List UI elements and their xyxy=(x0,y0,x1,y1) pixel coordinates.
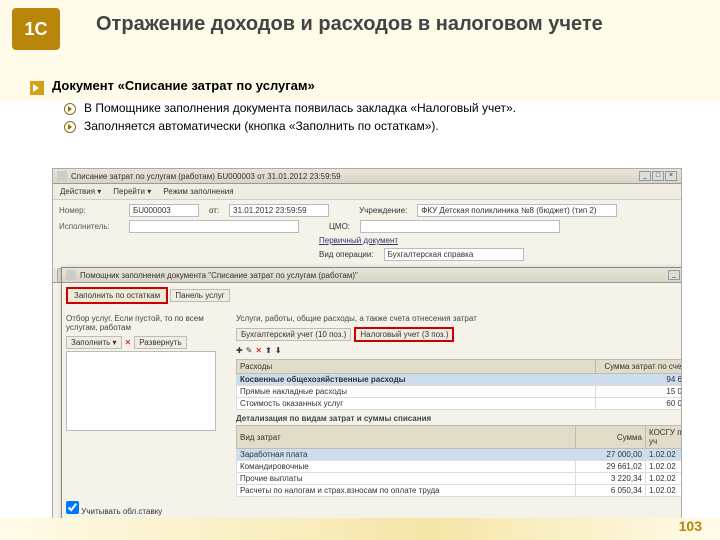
helper-minimize-button[interactable]: _ xyxy=(668,270,680,280)
number-field[interactable]: БU000003 xyxy=(129,204,199,217)
date-field[interactable]: 31.01.2012 23:59:59 xyxy=(229,204,329,217)
table-row[interactable]: Косвенные общехозяйственные расходы xyxy=(237,374,596,386)
maximize-button[interactable]: □ xyxy=(652,171,664,181)
nu-tab[interactable]: Налоговый учет (3 поз.) xyxy=(354,327,454,342)
executor-label: Исполнитель: xyxy=(59,222,119,231)
up-icon[interactable]: ⬆ xyxy=(265,346,272,355)
service-filter-list[interactable] xyxy=(66,351,216,431)
date-label: от: xyxy=(209,206,219,215)
logo: 1С xyxy=(12,8,60,50)
main-toolbar: Действия ▾ Перейти ▾ Режим заполнения xyxy=(53,184,681,200)
page-number: 103 xyxy=(679,518,702,534)
table-row[interactable]: Расчеты по налогам и страх.взносам по оп… xyxy=(237,485,576,497)
executor-field[interactable] xyxy=(129,220,299,233)
entered-label: Вид операции: xyxy=(319,250,374,259)
actions-menu[interactable]: Действия ▾ xyxy=(57,186,104,197)
table-row[interactable]: Командировочные xyxy=(237,461,576,473)
go-menu[interactable]: Перейти ▾ xyxy=(110,186,154,197)
slide-title: Отражение доходов и расходов в налоговом… xyxy=(96,12,603,37)
col-amount: Сумма xyxy=(576,426,646,449)
minimize-button[interactable]: _ xyxy=(639,171,651,181)
bu-tab[interactable]: Бухгалтерский учет (10 поз.) xyxy=(236,328,351,341)
doc-icon xyxy=(57,171,67,181)
right-header: Услуги, работы, общие расходы, а также с… xyxy=(236,314,682,323)
bullet-level1: Документ «Списание затрат по услугам» xyxy=(52,78,315,93)
add-icon[interactable]: ✚ xyxy=(236,346,243,355)
primary-doc-link[interactable]: Первичный документ xyxy=(319,236,398,245)
delete-icon[interactable]: ✕ xyxy=(255,346,262,355)
app-screenshot: Списание затрат по услугам (работам) БU0… xyxy=(52,168,682,526)
entered-field[interactable]: Бухгалтерская справка xyxy=(384,248,524,261)
org-label: Учреждение: xyxy=(359,206,407,215)
main-window-titlebar: Списание затрат по услугам (работам) БU0… xyxy=(53,169,681,184)
circle-arrow-icon xyxy=(64,121,76,133)
mol-field[interactable] xyxy=(360,220,560,233)
clear-icon[interactable]: ✕ xyxy=(125,338,132,347)
number-label: Номер: xyxy=(59,206,119,215)
table-row[interactable]: Заработная плата xyxy=(237,449,576,461)
fill-mode-button[interactable]: Режим заполнения xyxy=(160,186,236,197)
edit-icon[interactable]: ✎ xyxy=(246,346,253,355)
helper-icon xyxy=(66,270,76,280)
close-button[interactable]: × xyxy=(665,171,677,181)
expand-button[interactable]: Развернуть xyxy=(134,336,186,349)
detail-table[interactable]: Вид затратСуммаКОСГУ по б/уч Заработная … xyxy=(236,425,682,497)
helper-maximize-button[interactable]: □ xyxy=(681,270,682,280)
rate-checkbox[interactable] xyxy=(66,501,79,514)
arrow-icon xyxy=(30,81,44,95)
service-panel-button[interactable]: Панель услуг xyxy=(170,289,229,302)
bullet-list: Документ «Списание затрат по услугам» В … xyxy=(30,78,700,137)
table-row[interactable]: Прямые накладные расходы xyxy=(237,386,596,398)
filter-label: Отбор услуг. Если пустой, то по всем усл… xyxy=(66,314,226,332)
rate-checkbox-label: Учитывать обл.ставку xyxy=(81,507,162,516)
circle-arrow-icon xyxy=(64,103,76,115)
fill-dropdown[interactable]: Заполнить ▾ xyxy=(66,336,122,349)
helper-window: Помощник заполнения документа "Списание … xyxy=(61,267,682,521)
bullet-level2a: В Помощнике заполнения документа появила… xyxy=(84,101,516,115)
footer-decoration xyxy=(0,518,720,540)
main-window-title: Списание затрат по услугам (работам) БU0… xyxy=(71,172,341,181)
helper-window-title: Помощник заполнения документа "Списание … xyxy=(80,271,358,280)
col-expenses: Расходы xyxy=(237,360,596,374)
org-field[interactable]: ФКУ Детская поликлиника №8 (бюджет) (тип… xyxy=(417,204,617,217)
col-kosgu: КОСГУ по б/уч xyxy=(646,426,683,449)
expenses-table[interactable]: РасходыСумма затрат по счету НУ Косвенны… xyxy=(236,359,682,410)
table-toolbar: ✚ ✎ ✕ ⬆ ⬇ xyxy=(236,344,682,357)
col-sum: Сумма затрат по счету НУ xyxy=(596,360,683,374)
down-icon[interactable]: ⬇ xyxy=(275,346,282,355)
table-row[interactable]: Стоимость оказанных услуг xyxy=(237,398,596,410)
bullet-level2b: Заполняется автоматически (кнопка «Запол… xyxy=(84,119,439,133)
detail-header: Детализация по видам затрат и суммы спис… xyxy=(236,414,682,423)
table-row[interactable]: Прочие выплаты xyxy=(237,473,576,485)
col-type: Вид затрат xyxy=(237,426,576,449)
fill-by-balance-button[interactable]: Заполнить по остаткам xyxy=(66,287,168,304)
mol-label: ЦМО: xyxy=(329,222,350,231)
